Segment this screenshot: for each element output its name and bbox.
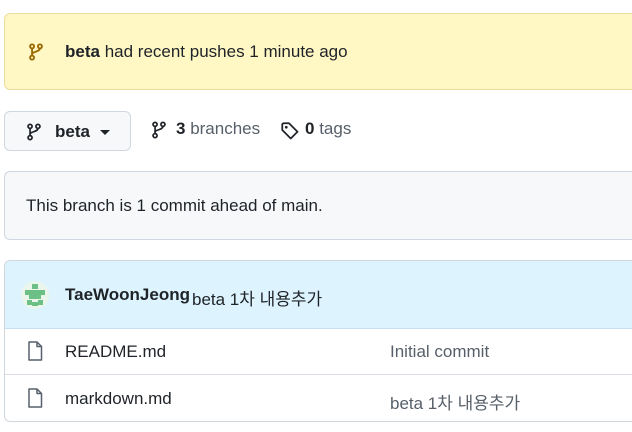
tags-label: tags: [314, 119, 352, 138]
file-icon: [28, 341, 43, 361]
git-branch-icon: [27, 123, 41, 141]
file-list: TaeWoonJeong beta 1차 내용추가 README.md Init…: [4, 260, 632, 422]
file-icon: [28, 388, 43, 408]
git-branch-icon: [29, 43, 43, 61]
file-commit-message-link[interactable]: beta 1차 내용추가: [390, 389, 520, 414]
file-name-link[interactable]: README.md: [65, 342, 166, 362]
file-commit-message-link[interactable]: Initial commit: [390, 342, 489, 362]
branch-ahead-text: This branch is 1 commit ahead of main.: [26, 196, 323, 215]
file-name-link[interactable]: markdown.md: [65, 389, 172, 409]
table-row: markdown.md beta 1차 내용추가: [5, 375, 632, 421]
tag-icon: [281, 122, 299, 140]
branch-selector-button[interactable]: beta: [4, 111, 131, 151]
table-row: README.md Initial commit: [5, 328, 632, 375]
branch-selector-label: beta: [55, 122, 90, 141]
recent-pushes-text: beta had recent pushes 1 minute ago: [65, 42, 348, 62]
chevron-down-icon: [100, 130, 110, 135]
identicon-icon: [21, 281, 49, 309]
commit-author-link[interactable]: TaeWoonJeong: [65, 285, 190, 305]
commit-message-link[interactable]: beta 1차 내용추가: [192, 285, 322, 310]
recent-pushes-message: had recent pushes 1 minute ago: [99, 42, 348, 61]
branches-label: branches: [185, 119, 261, 138]
branch-ahead-notice: This branch is 1 commit ahead of main.: [4, 171, 632, 240]
pushed-branch-name[interactable]: beta: [65, 42, 100, 61]
avatar[interactable]: [21, 281, 49, 309]
latest-commit-row: TaeWoonJeong beta 1차 내용추가: [5, 261, 632, 329]
recent-pushes-banner: beta had recent pushes 1 minute ago: [4, 13, 632, 90]
git-branch-icon: [152, 121, 166, 139]
